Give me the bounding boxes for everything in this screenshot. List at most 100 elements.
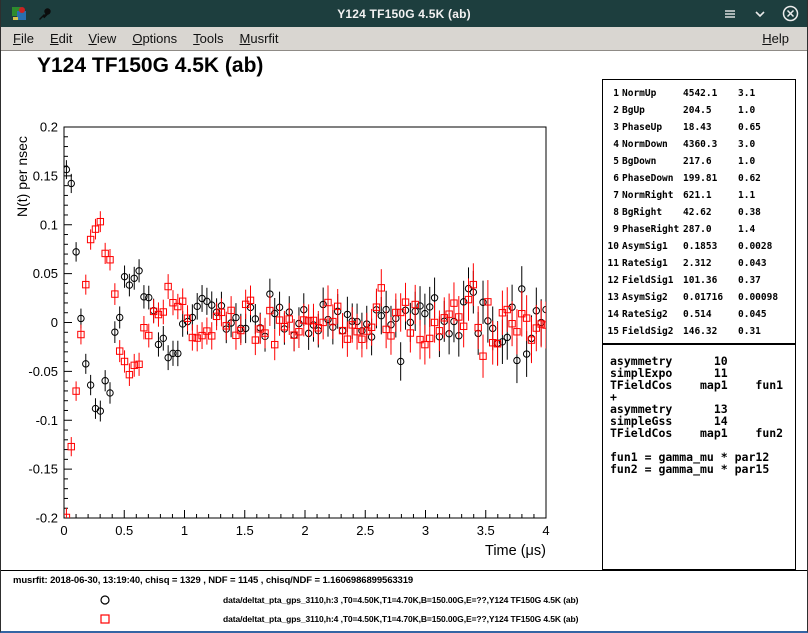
param-row: 11RateSig12.3120.043 [607, 255, 795, 272]
param-idx: 14 [607, 306, 619, 323]
svg-text:-0.2: -0.2 [36, 511, 58, 526]
param-pname: PhaseDown [622, 170, 680, 187]
param-pval: 4360.3 [683, 136, 735, 153]
param-row: 12FieldSig1101.360.37 [607, 272, 795, 289]
param-row: 14RateSig20.5140.045 [607, 306, 795, 323]
series-h3 [63, 160, 549, 421]
param-pval: 101.36 [683, 272, 735, 289]
menu-file[interactable]: File [5, 28, 42, 49]
param-perr: 0.37 [738, 272, 795, 289]
param-pname: NormUp [622, 85, 680, 102]
app-icon[interactable] [9, 4, 29, 24]
param-idx: 12 [607, 272, 619, 289]
param-perr: 1.1 [738, 187, 795, 204]
param-pval: 621.1 [683, 187, 735, 204]
window-menu-button[interactable] [721, 5, 739, 23]
fit-stats: musrfit: 2018-06-30, 13:19:40, chisq = 1… [13, 575, 413, 586]
menu-view[interactable]: View [80, 28, 124, 49]
menu-musrfit[interactable]: Musrfit [232, 28, 287, 49]
svg-text:0.15: 0.15 [33, 168, 58, 183]
legend-label: data/deltat_pta_gps_3110,h:3 ,T0=4.50K,T… [223, 595, 578, 605]
param-pname: FieldSig1 [622, 272, 680, 289]
param-pval: 2.312 [683, 255, 735, 272]
svg-text:-0.1: -0.1 [36, 413, 58, 428]
param-idx: 4 [607, 136, 619, 153]
app-window: Y124 TF150G 4.5K (ab) [0, 0, 808, 633]
param-idx: 8 [607, 204, 619, 221]
param-idx: 15 [607, 323, 619, 340]
param-idx: 13 [607, 289, 619, 306]
param-perr: 1.4 [738, 221, 795, 238]
plot-footer: musrfit: 2018-06-30, 13:19:40, chisq = 1… [1, 570, 807, 632]
theory-line: fun2 = gamma_mu * par15 [610, 463, 795, 475]
menu-tools[interactable]: Tools [185, 28, 231, 49]
window-title: Y124 TF150G 4.5K (ab) [1, 7, 807, 21]
param-perr: 0.043 [738, 255, 795, 272]
param-pname: FieldSig2 [622, 323, 680, 340]
menubar-right-items: Help [754, 28, 803, 49]
param-pval: 204.5 [683, 102, 735, 119]
pin-icon[interactable] [35, 4, 55, 24]
svg-text:0.5: 0.5 [115, 523, 133, 538]
param-pname: AsymSig1 [622, 238, 680, 255]
menubar: FileEditViewOptionsToolsMusrfit Help [1, 27, 807, 51]
svg-text:-0.05: -0.05 [28, 364, 58, 379]
param-idx: 5 [607, 153, 619, 170]
y-axis-title: N(t) per nsec [14, 136, 30, 217]
legend-label: data/deltat_pta_gps_3110,h:4 ,T0=4.50K,T… [223, 614, 578, 624]
param-perr: 0.045 [738, 306, 795, 323]
x-axis-title: Time (μs) [485, 543, 546, 559]
menu-help[interactable]: Help [754, 28, 797, 49]
menu-options[interactable]: Options [124, 28, 185, 49]
param-pval: 18.43 [683, 119, 735, 136]
param-idx: 7 [607, 187, 619, 204]
param-row: 3PhaseUp18.430.65 [607, 119, 795, 136]
param-row: 15FieldSig2146.320.31 [607, 323, 795, 340]
param-perr: 3.1 [738, 85, 795, 102]
param-pname: PhaseUp [622, 119, 680, 136]
param-pval: 199.81 [683, 170, 735, 187]
titlebar[interactable]: Y124 TF150G 4.5K (ab) [1, 0, 807, 27]
theory-line: TFieldCos map1 fun2 [610, 427, 795, 439]
param-pval: 0.01716 [683, 289, 735, 306]
param-idx: 1 [607, 85, 619, 102]
param-row: 10AsymSig10.18530.0028 [607, 238, 795, 255]
param-row: 7NormRight621.11.1 [607, 187, 795, 204]
param-idx: 10 [607, 238, 619, 255]
param-idx: 3 [607, 119, 619, 136]
svg-text:-0.15: -0.15 [28, 462, 58, 477]
svg-text:0.1: 0.1 [40, 217, 58, 232]
param-row: 1NormUp4542.13.1 [607, 85, 795, 102]
param-pname: BgDown [622, 153, 680, 170]
param-row: 13AsymSig20.017160.00098 [607, 289, 795, 306]
param-row: 8BgRight42.620.38 [607, 204, 795, 221]
fit-parameter-box: 1NormUp4542.13.12BgUp204.51.03PhaseUp18.… [602, 79, 796, 344]
svg-text:4: 4 [542, 523, 549, 538]
param-idx: 11 [607, 255, 619, 272]
param-pval: 4542.1 [683, 85, 735, 102]
param-perr: 3.0 [738, 136, 795, 153]
menu-edit[interactable]: Edit [42, 28, 80, 49]
param-idx: 9 [607, 221, 619, 238]
param-pname: NormDown [622, 136, 680, 153]
param-perr: 1.0 [738, 153, 795, 170]
svg-text:1: 1 [181, 523, 188, 538]
param-pval: 217.6 [683, 153, 735, 170]
param-row: 4NormDown4360.33.0 [607, 136, 795, 153]
svg-text:0: 0 [60, 523, 67, 538]
param-pname: AsymSig2 [622, 289, 680, 306]
param-perr: 0.65 [738, 119, 795, 136]
param-pval: 0.514 [683, 306, 735, 323]
param-pname: BgUp [622, 102, 680, 119]
close-button[interactable] [781, 5, 799, 23]
param-idx: 2 [607, 102, 619, 119]
param-perr: 0.31 [738, 323, 795, 340]
param-row: 9PhaseRight287.01.4 [607, 221, 795, 238]
param-perr: 0.38 [738, 204, 795, 221]
plot-area[interactable]: 00.511.522.533.54Time (μs)0.20.150.10.05… [1, 71, 581, 571]
param-pname: PhaseRight [622, 221, 680, 238]
maximize-button[interactable] [751, 5, 769, 23]
theory-box: asymmetry 10simplExpo 11TFieldCos map1 f… [602, 344, 796, 570]
param-pname: NormRight [622, 187, 680, 204]
param-perr: 0.00098 [738, 289, 795, 306]
